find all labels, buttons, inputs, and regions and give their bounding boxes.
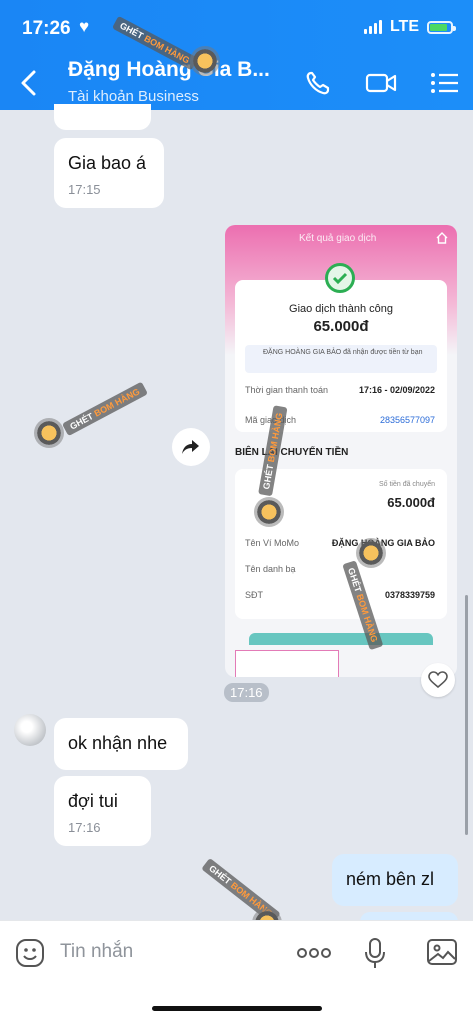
status-indicators: LTE — [363, 18, 456, 36]
contact-avatar[interactable] — [14, 714, 46, 746]
receipt-section-title: BIÊN LAI CHUYỂN TIỀN — [235, 447, 349, 458]
chat-header: 17:26 ♥ LTE Đặng Hoàng Gia B... Tài khoả… — [0, 0, 473, 110]
message-bubble[interactable]: Gia bao á 17:15 — [54, 138, 164, 208]
watermark-seal — [190, 46, 220, 76]
message-text: đợi tui — [68, 791, 118, 811]
message-time: 17:15 — [68, 182, 101, 197]
contact-subtitle: Tài khoản Business — [68, 88, 199, 105]
video-call-icon[interactable] — [364, 68, 398, 98]
status-time: 17:26 — [22, 18, 71, 39]
receipt-status: Giao dịch thành công — [289, 303, 393, 315]
watermark: GHÉT BOM HÀNG — [61, 381, 148, 437]
receipt-amount: 65.000đ — [313, 318, 369, 335]
message-bubble-partial[interactable] — [54, 104, 151, 130]
success-check-icon — [325, 263, 355, 293]
forward-button[interactable] — [172, 428, 210, 466]
message-bubble[interactable]: đợi tui 17:16 — [54, 776, 151, 846]
menu-icon[interactable] — [428, 68, 462, 98]
receipt-contact-label: Tên danh bạ — [245, 564, 296, 574]
receipt-wallet-label: Tên Ví MoMo — [245, 538, 300, 548]
forward-icon — [182, 440, 199, 454]
receipt-txn-value: 28356577097 — [379, 415, 435, 425]
receipt-note: ĐẶNG HOÀNG GIA BẢO đã nhận được tiền từ … — [245, 345, 437, 373]
message-text: ném bên zl — [346, 869, 435, 889]
scrollbar[interactable] — [465, 595, 468, 835]
battery-icon — [427, 20, 456, 34]
image-time-badge: 17:16 — [224, 683, 269, 702]
receipt-transfer-label: Số tiền đã chuyển — [378, 481, 435, 488]
microphone-icon[interactable] — [362, 937, 388, 971]
signal-icon — [363, 20, 382, 34]
contact-name[interactable]: Đặng Hoàng Gia B... — [68, 58, 270, 82]
home-indicator — [152, 1006, 322, 1011]
receipt-time-label: Thời gian thanh toán — [245, 385, 328, 395]
receipt-header-title: Kết quả giao dịch — [299, 233, 377, 244]
more-options-icon[interactable] — [296, 945, 332, 961]
receipt-phone-value: 0378339759 — [384, 590, 435, 600]
phone-call-icon[interactable] — [302, 68, 336, 98]
image-icon[interactable] — [426, 937, 458, 967]
watermark-seal — [34, 418, 64, 448]
message-text: ok nhận nhe — [68, 733, 168, 753]
receipt-bottom-bar — [249, 633, 433, 645]
heart-status-icon: ♥ — [79, 17, 90, 36]
heart-icon — [428, 671, 448, 689]
receipt-transfer-amount: 65.000đ — [387, 495, 435, 510]
receipt-bottom-card — [235, 650, 339, 677]
message-text: Gia bao á — [68, 153, 147, 173]
watermark-seal — [356, 538, 386, 568]
message-time: 17:16 — [68, 820, 101, 835]
receipt-image[interactable]: Kết quả giao dịch Giao dịch thành công 6… — [225, 225, 457, 677]
sticker-icon[interactable] — [14, 937, 46, 969]
receipt-phone-label: SĐT — [245, 590, 263, 600]
receipt-time-value: 17:16 - 02/09/2022 — [358, 385, 435, 395]
message-bubble[interactable]: ok nhận nhe — [54, 718, 188, 770]
home-icon — [436, 232, 448, 244]
back-icon[interactable] — [14, 66, 44, 100]
watermark-seal — [254, 497, 284, 527]
message-input[interactable]: Tin nhắn — [60, 941, 133, 963]
message-bubble-mine[interactable]: ném bên zl — [332, 854, 458, 906]
network-label: LTE — [389, 18, 419, 35]
like-reaction-button[interactable] — [421, 663, 455, 697]
